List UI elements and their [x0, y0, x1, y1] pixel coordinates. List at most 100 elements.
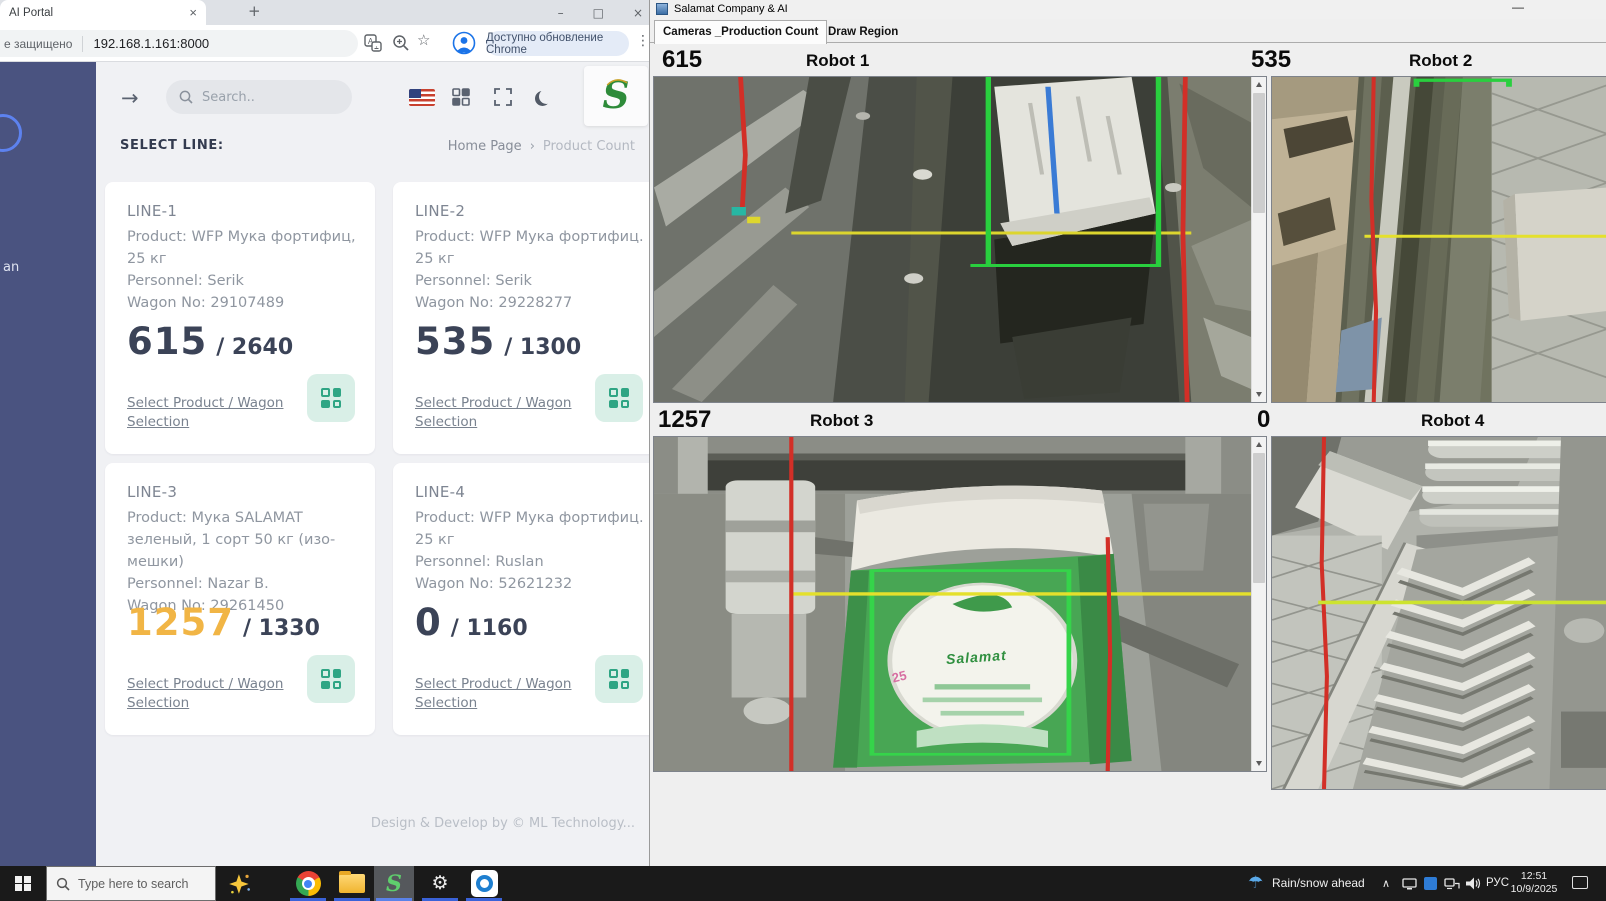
- tray-chevron-icon[interactable]: ∧: [1382, 877, 1390, 890]
- tray-display-icon[interactable]: [1402, 878, 1417, 890]
- tray-volume-icon[interactable]: [1466, 877, 1482, 890]
- tab-cameras-production-count[interactable]: Cameras _Production Count: [654, 20, 827, 44]
- robot-1-camera-panel: [653, 76, 1267, 403]
- personnel-label: Personnel: Serik: [127, 270, 363, 292]
- search-input[interactable]: [202, 90, 322, 105]
- translate-icon[interactable]: A: [364, 34, 382, 52]
- target-count: / 1300: [504, 335, 581, 360]
- target-count: / 1160: [451, 616, 528, 641]
- browser-window: AI Portal × + – □ × е защищено 192.168.1…: [0, 0, 649, 866]
- fullscreen-icon[interactable]: [494, 88, 512, 106]
- select-line-label: SELECT LINE:: [120, 138, 224, 153]
- browser-close-button[interactable]: ×: [633, 6, 643, 20]
- gear-icon: ⚙: [431, 872, 448, 895]
- scroll-down-button[interactable]: [1252, 387, 1266, 402]
- line-title: LINE-1: [127, 202, 177, 220]
- robot-3-label: Robot 3: [810, 411, 873, 431]
- sparkle-icon: [227, 871, 253, 897]
- browser-menu-icon[interactable]: ⋮: [636, 33, 649, 49]
- select-product-wagon-link[interactable]: Select Product / Wagon Selection: [415, 394, 580, 432]
- browser-tab-ai-portal[interactable]: AI Portal ×: [0, 0, 206, 25]
- taskbar-explorer-icon[interactable]: [330, 866, 374, 901]
- chrome-update-button[interactable]: Доступно обновление Chrome: [486, 31, 629, 56]
- profile-avatar-icon[interactable]: [452, 31, 476, 55]
- dark-mode-moon-icon[interactable]: [539, 89, 554, 104]
- select-product-wagon-link[interactable]: Select Product / Wagon Selection: [415, 675, 580, 713]
- wagon-grid-button[interactable]: [307, 655, 355, 703]
- taskbar-chrome-icon[interactable]: [286, 866, 330, 901]
- browser-tab-strip: AI Portal × + – □ ×: [0, 0, 649, 25]
- wagon-label: Wagon No: 29228277: [415, 292, 649, 314]
- robot-4-feed: [1272, 437, 1606, 789]
- apps-grid-icon[interactable]: [452, 88, 470, 106]
- grid-icon: [609, 669, 629, 689]
- taskbar-search-input[interactable]: [78, 877, 203, 891]
- sidebar-item-label[interactable]: an: [3, 260, 19, 275]
- line-title: LINE-2: [415, 202, 465, 220]
- sidebar-toggle-arrow-icon[interactable]: →: [121, 86, 139, 110]
- robot-2-feed: [1272, 77, 1606, 402]
- robot-1-count: 615: [662, 46, 702, 74]
- desktop: AI Portal × + – □ × е защищено 192.168.1…: [0, 0, 1606, 901]
- search-highlights-icon[interactable]: [218, 866, 262, 901]
- scrollbar-thumb[interactable]: [1253, 453, 1265, 583]
- new-tab-button[interactable]: +: [248, 2, 261, 20]
- robot-3-scrollbar[interactable]: [1251, 437, 1266, 771]
- wagon-grid-button[interactable]: [595, 655, 643, 703]
- tray-time: 12:51: [1504, 870, 1564, 883]
- robot-4-camera-image: [1272, 437, 1606, 789]
- robot-4-label: Robot 4: [1421, 411, 1484, 431]
- line-meta: Product: WFP Мука фортифиц. 25 кг Person…: [415, 226, 649, 314]
- tray-clock[interactable]: 12:51 10/9/2025: [1504, 870, 1564, 896]
- url-text[interactable]: 192.168.1.161:8000: [93, 36, 209, 51]
- product-label: Product: WFP Мука фортифиц, 25 кг: [127, 226, 363, 270]
- select-product-wagon-link[interactable]: Select Product / Wagon Selection: [127, 675, 292, 713]
- action-center-icon[interactable]: [1572, 876, 1588, 889]
- robot-3-camera-image: [654, 437, 1251, 771]
- salamat-logo[interactable]: S: [584, 66, 648, 126]
- tray-network-icon[interactable]: [1444, 878, 1460, 890]
- taskbar-search[interactable]: [46, 866, 216, 901]
- taskbar-settings-icon[interactable]: ⚙: [418, 866, 462, 901]
- weather-umbrella-icon[interactable]: ☂: [1248, 873, 1263, 893]
- language-flag-icon[interactable]: [409, 89, 435, 106]
- web-page: an → S SELECT LINE: Home Page › Product …: [0, 62, 649, 866]
- tray-app-icon-blue[interactable]: [1424, 877, 1437, 890]
- line-3-card: LINE-3 Product: Мука SALAMAT зеленый, 1 …: [105, 463, 375, 735]
- robot-1-camera-image: [654, 77, 1251, 402]
- salamat-logo-s-icon: S: [594, 73, 638, 119]
- bookmark-star-icon[interactable]: ☆: [417, 31, 430, 49]
- browser-maximize-button[interactable]: □: [593, 6, 604, 20]
- robot-1-scrollbar[interactable]: [1251, 77, 1266, 402]
- browser-minimize-button[interactable]: –: [558, 6, 564, 20]
- app-title-bar: Salamat Company & AI —: [650, 0, 1606, 19]
- wagon-grid-button[interactable]: [595, 374, 643, 422]
- app-minimize-button[interactable]: —: [1512, 0, 1524, 14]
- wagon-grid-button[interactable]: [307, 374, 355, 422]
- breadcrumb-current: Product Count: [543, 139, 635, 154]
- select-product-wagon-link[interactable]: Select Product / Wagon Selection: [127, 394, 292, 432]
- wagon-label: Wagon No: 52621232: [415, 573, 649, 595]
- taskbar-blue-app-icon[interactable]: [462, 866, 506, 901]
- target-count: / 2640: [216, 335, 293, 360]
- weather-text[interactable]: Rain/snow ahead: [1272, 876, 1365, 890]
- breadcrumb-separator: ›: [530, 139, 535, 154]
- zoom-icon[interactable]: [392, 34, 410, 52]
- tab-draw-region[interactable]: Draw Region: [820, 21, 906, 43]
- taskbar-salamat-app-icon[interactable]: S: [374, 866, 414, 901]
- security-label[interactable]: е защищено: [4, 37, 72, 51]
- breadcrumb-home[interactable]: Home Page: [448, 139, 522, 154]
- start-button[interactable]: [0, 866, 46, 901]
- pill-divider: [82, 36, 83, 52]
- product-label: Product: WFP Мука фортифиц. 25 кг: [415, 507, 649, 551]
- produced-count: 615: [127, 320, 207, 363]
- line-meta: Product: WFP Мука фортифиц, 25 кг Person…: [127, 226, 363, 314]
- url-field[interactable]: е защищено 192.168.1.161:8000: [0, 30, 358, 57]
- scrollbar-thumb[interactable]: [1253, 93, 1265, 213]
- scroll-down-button[interactable]: [1252, 756, 1266, 771]
- robot-2-camera-image: [1272, 77, 1606, 402]
- tab-close-icon[interactable]: ×: [189, 5, 197, 20]
- chrome-icon: [296, 871, 321, 896]
- scroll-up-button[interactable]: [1252, 437, 1266, 452]
- scroll-up-button[interactable]: [1252, 77, 1266, 92]
